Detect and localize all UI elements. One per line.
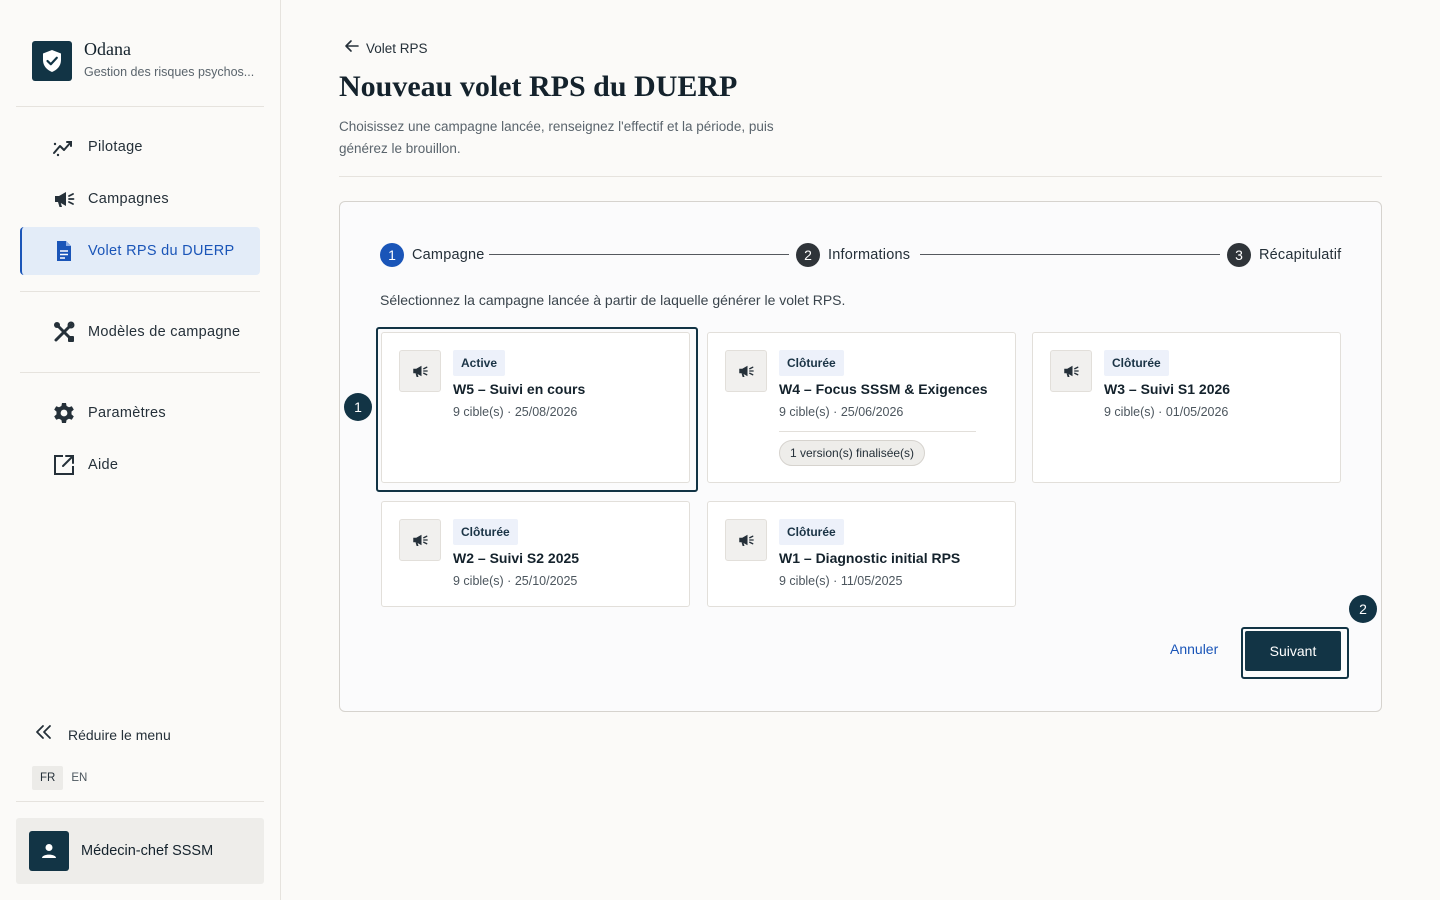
campaign-meta: 9 cible(s) · 11/05/2025 [779,574,903,588]
tools-icon [52,320,76,344]
shield-check-icon [32,41,72,81]
megaphone-icon [399,519,441,561]
campaign-meta: 9 cible(s) · 25/06/2026 [779,405,904,419]
sidebar-item-label: Aide [88,457,119,473]
next-button[interactable]: Suivant [1245,631,1341,671]
marker-badge-2: 2 [1349,595,1377,623]
divider [16,801,264,802]
campaign-card-w4[interactable]: Clôturée W4 – Focus SSSM & Exigences 9 c… [707,332,1016,483]
step-campagne: 1 Campagne [380,243,485,267]
megaphone-icon [399,350,441,392]
sidebar-item-modeles[interactable]: Modèles de campagne [20,308,260,356]
megaphone-icon [725,350,767,392]
step-label: Campagne [412,247,485,263]
campaign-meta: 9 cible(s) · 01/05/2026 [1104,405,1229,419]
instruction-text: Sélectionnez la campagne lancée à partir… [380,292,846,308]
user-profile[interactable]: Médecin-chef SSSM [16,818,264,884]
arrow-left-icon [344,38,360,59]
campaign-name: W2 – Suivi S2 2025 [453,550,580,566]
brand-name: Odana [84,39,131,59]
step-recapitulatif: 3 Récapitulatif [1227,243,1341,267]
double-chevron-left-icon [34,722,54,747]
marker-badge-1: 1 [344,393,372,421]
wizard-panel: 1 Campagne 2 Informations 3 Récapitulati… [339,201,1382,712]
external-link-icon [52,453,76,477]
step-number: 2 [796,243,820,267]
campaign-card-w5[interactable]: Active W5 – Suivi en cours 9 cible(s) · … [381,332,690,483]
campaign-name: W1 – Diagnostic initial RPS [779,550,961,566]
divider [20,291,260,292]
status-badge: Clôturée [779,519,844,545]
step-number: 3 [1227,243,1251,267]
step-connector [920,254,1220,255]
page-subtitle: Choisissez une campagne lancée, renseign… [339,119,774,156]
user-name: Médecin-chef SSSM [81,843,214,859]
sidebar-item-label: Pilotage [88,139,143,155]
step-informations: 2 Informations [796,243,910,267]
gear-icon [52,401,76,425]
divider [339,176,1382,177]
campaign-name: W5 – Suivi en cours [453,381,586,397]
brand-subtitle: Gestion des risques psychos... [84,65,255,79]
sidebar-item-aide[interactable]: Aide [20,441,260,489]
back-link[interactable]: Volet RPS [344,38,428,59]
user-avatar-icon [29,831,69,871]
campaign-meta: 9 cible(s) · 25/10/2025 [453,574,578,588]
megaphone-icon [52,187,76,211]
page-title: Nouveau volet RPS du DUERP [339,70,738,103]
cancel-button[interactable]: Annuler [1170,641,1218,657]
campaign-name: W3 – Suivi S1 2026 [1104,381,1231,397]
campaign-card-w2[interactable]: Clôturée W2 – Suivi S2 2025 9 cible(s) ·… [381,501,690,607]
divider [779,431,976,432]
finalized-versions-chip: 1 version(s) finalisée(s) [779,440,926,466]
megaphone-icon [1050,350,1092,392]
trend-chart-icon [52,135,76,159]
sidebar-item-pilotage[interactable]: Pilotage [20,123,260,171]
status-badge: Active [453,350,506,376]
sidebar-item-label: Modèles de campagne [88,324,241,340]
step-connector [489,254,789,255]
sidebar-item-label: Paramètres [88,405,166,421]
step-label: Informations [828,247,911,263]
lang-fr-button[interactable]: FR [32,766,64,790]
sidebar-item-parametres[interactable]: Paramètres [20,389,260,437]
sidebar: Odana Gestion des risques psychos... Pil… [0,0,281,900]
status-badge: Clôturée [1104,350,1169,376]
sidebar-item-label: Campagnes [88,191,169,207]
divider [20,372,260,373]
sidebar-item-label: Volet RPS du DUERP [88,243,235,259]
campaign-meta: 9 cible(s) · 25/08/2026 [453,405,578,419]
collapse-menu-label: Réduire le menu [68,726,171,743]
sidebar-item-volet-rps[interactable]: Volet RPS du DUERP [20,227,260,275]
sidebar-item-campagnes[interactable]: Campagnes [20,175,260,223]
campaign-card-w1[interactable]: Clôturée W1 – Diagnostic initial RPS 9 c… [707,501,1016,607]
status-badge: Clôturée [779,350,844,376]
step-number: 1 [380,243,404,267]
brand: Odana Gestion des risques psychos... [32,39,255,81]
step-label: Récapitulatif [1259,247,1342,263]
megaphone-icon [725,519,767,561]
back-link-label: Volet RPS [366,41,428,56]
status-badge: Clôturée [453,519,518,545]
language-switcher: FR EN [32,766,95,790]
campaign-name: W4 – Focus SSSM & Exigences [779,381,988,397]
lang-en-button[interactable]: EN [63,766,95,790]
campaign-card-w3[interactable]: Clôturée W3 – Suivi S1 2026 9 cible(s) ·… [1032,332,1341,483]
divider [16,106,264,107]
collapse-menu-button[interactable]: Réduire le menu [34,722,171,747]
document-icon [52,239,76,263]
